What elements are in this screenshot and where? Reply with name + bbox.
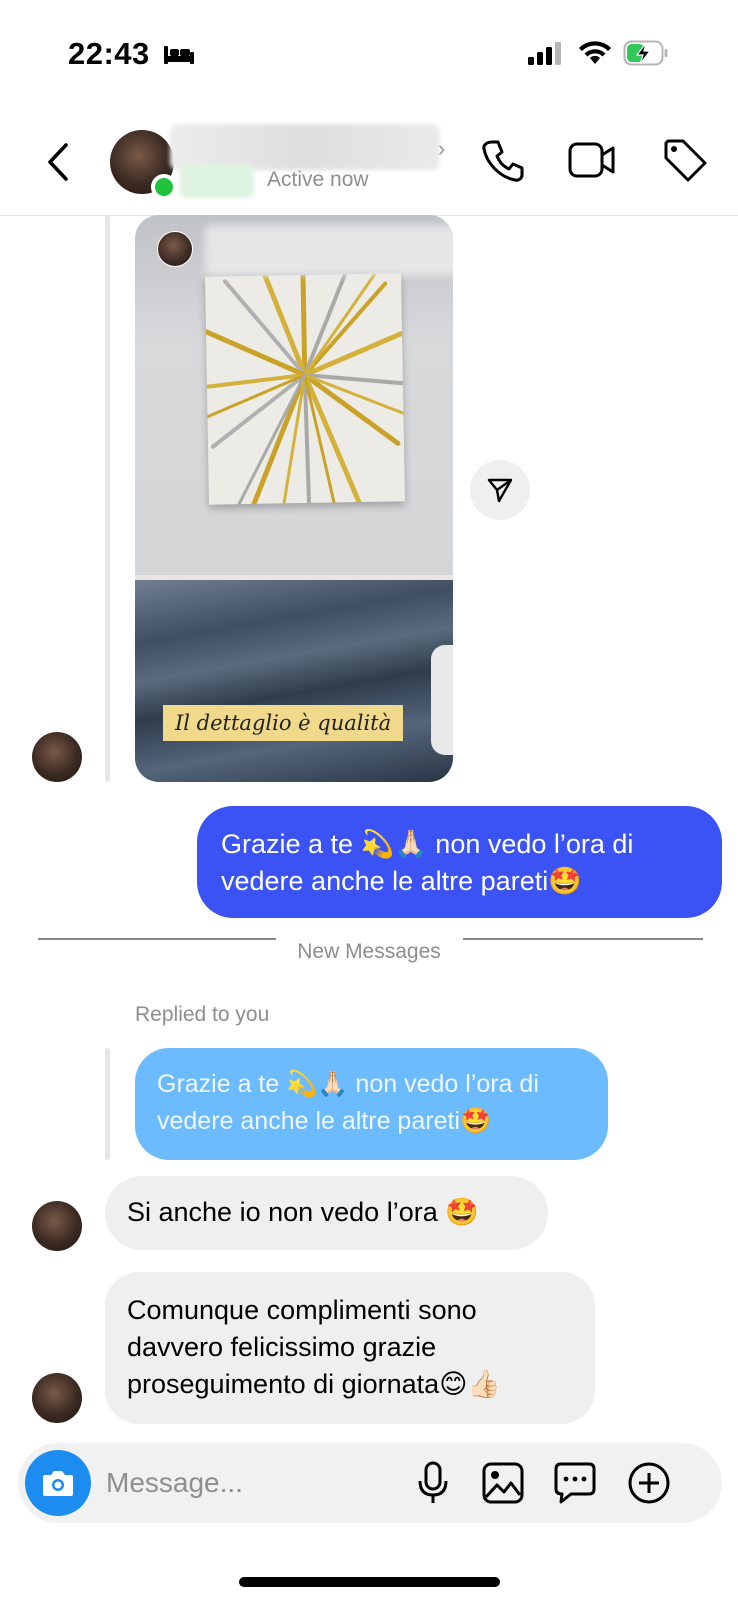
home-indicator[interactable] bbox=[239, 1577, 500, 1587]
post-image-marble bbox=[135, 580, 453, 782]
contact-handle-redacted bbox=[180, 164, 254, 198]
message-composer bbox=[18, 1443, 722, 1523]
tag-icon[interactable] bbox=[662, 138, 708, 184]
sender-avatar[interactable] bbox=[32, 1373, 82, 1423]
share-post-button[interactable] bbox=[470, 460, 530, 520]
message-line: Grazie a te 💫🙏🏻 non vedo l’ora di bbox=[221, 829, 634, 859]
sleep-focus-icon bbox=[164, 46, 194, 64]
reply-quote-bubble[interactable]: Grazie a te 💫🙏🏻 non vedo l’ora di vedere… bbox=[135, 1048, 608, 1160]
message-line: davvero felicissimo grazie bbox=[127, 1332, 437, 1362]
sender-avatar[interactable] bbox=[32, 732, 82, 782]
post-caption: Il dettaglio è qualità bbox=[163, 705, 404, 741]
message-line: vedere anche le altre pareti🤩 bbox=[157, 1107, 492, 1135]
cellular-signal-icon bbox=[528, 42, 561, 65]
chat-header: › Active now bbox=[0, 110, 738, 216]
new-messages-label: New Messages bbox=[274, 940, 464, 964]
battery-charging-icon bbox=[623, 40, 668, 66]
wifi-icon bbox=[579, 41, 611, 64]
back-icon[interactable] bbox=[44, 142, 72, 182]
camera-icon bbox=[43, 1471, 73, 1496]
message-line: Si anche io non vedo l’ora 🤩 bbox=[127, 1197, 479, 1227]
status-bar: 22:43 bbox=[0, 0, 738, 100]
incoming-message[interactable]: Si anche io non vedo l’ora 🤩 bbox=[105, 1176, 548, 1250]
post-image-sofa bbox=[431, 645, 453, 755]
post-author-avatar[interactable] bbox=[157, 231, 193, 267]
send-icon bbox=[487, 478, 513, 503]
gallery-icon[interactable] bbox=[481, 1461, 525, 1505]
shared-post-card[interactable]: Il dettaglio è qualità bbox=[135, 215, 453, 782]
message-line: Grazie a te 💫🙏🏻 non vedo l’ora di bbox=[157, 1070, 539, 1098]
status-time: 22:43 bbox=[68, 36, 150, 71]
outgoing-message[interactable]: Grazie a te 💫🙏🏻 non vedo l’ora di vedere… bbox=[197, 806, 722, 918]
chevron-right-icon: › bbox=[438, 136, 446, 161]
online-status-indicator bbox=[151, 174, 177, 200]
message-line: Comunque complimenti sono bbox=[127, 1295, 477, 1325]
phone-icon[interactable] bbox=[480, 138, 526, 184]
active-status-text: Active now bbox=[267, 168, 369, 191]
microphone-icon[interactable] bbox=[416, 1461, 450, 1505]
camera-button[interactable] bbox=[25, 1450, 91, 1516]
message-line: vedere anche le altre pareti🤩 bbox=[221, 866, 582, 896]
sticker-icon[interactable] bbox=[553, 1461, 597, 1505]
new-messages-divider-left bbox=[38, 938, 276, 940]
incoming-message[interactable]: Comunque complimenti sono davvero felici… bbox=[105, 1272, 595, 1424]
reply-rail bbox=[105, 1048, 110, 1160]
message-input[interactable] bbox=[106, 1461, 406, 1505]
plus-icon[interactable] bbox=[627, 1461, 671, 1505]
sender-avatar[interactable] bbox=[32, 1201, 82, 1251]
message-line: proseguimento di giornata😊👍🏻 bbox=[127, 1369, 501, 1399]
replied-to-you-label: Replied to you bbox=[135, 1003, 270, 1026]
post-image-painting bbox=[205, 273, 405, 505]
new-messages-divider-right bbox=[463, 938, 703, 940]
post-author-redacted bbox=[205, 225, 453, 275]
reply-rail bbox=[105, 215, 110, 782]
video-icon[interactable] bbox=[568, 140, 616, 180]
